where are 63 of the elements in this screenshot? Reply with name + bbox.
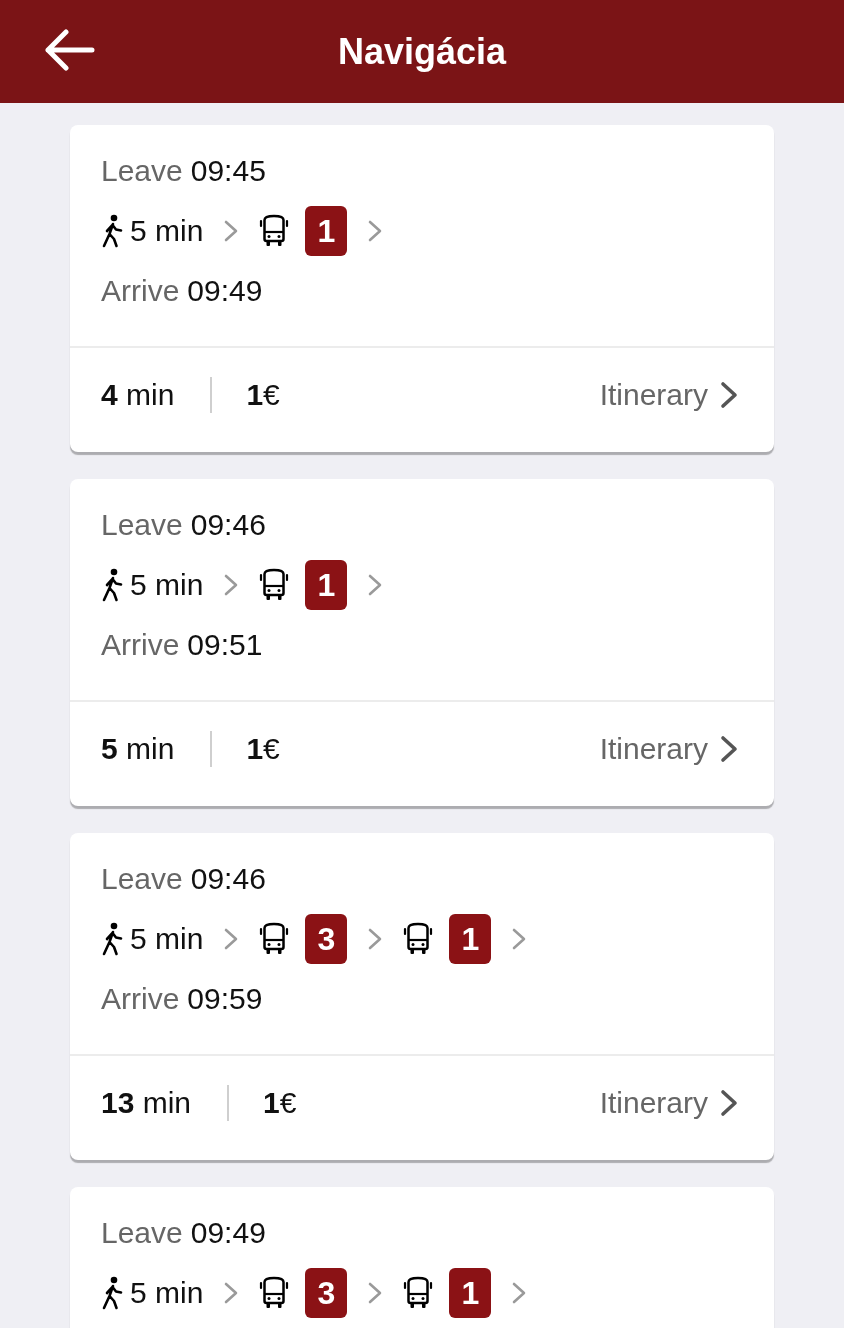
walk-duration: 5 min (130, 568, 204, 602)
walk-duration: 5 min (130, 1276, 204, 1310)
bus-line-number: 1 (305, 206, 348, 256)
route-card[interactable]: Leave 09:46 5 min 1 Arrive 09:51 5 min 1€ Itinerary (70, 479, 774, 806)
arrive-label: Arrive (101, 982, 180, 1016)
route-card[interactable]: Leave 09:45 5 min 1 Arrive 09:49 4 min 1€ Itinerary (70, 125, 774, 452)
bus-line-number: 1 (449, 1268, 492, 1318)
walk-duration: 5 min (130, 922, 204, 956)
trip-duration: 5 min (101, 732, 175, 766)
back-button[interactable] (44, 29, 96, 71)
chevron-icon (367, 573, 384, 597)
trip-price: 1€ (246, 378, 280, 412)
chevron-icon (720, 381, 738, 409)
chevron-icon (720, 735, 738, 763)
leave-time: 09:49 (190, 1216, 266, 1250)
bus-line-number: 1 (449, 914, 492, 964)
itinerary-link[interactable]: Itinerary (599, 732, 738, 766)
back-arrow-icon (44, 29, 96, 71)
arrive-time: 09:51 (187, 628, 263, 662)
chevron-icon (367, 1281, 384, 1305)
arrive-time: 09:49 (187, 274, 263, 308)
bus-icon (403, 922, 434, 956)
chevron-icon (223, 219, 240, 243)
leave-label: Leave (101, 508, 183, 542)
arrive-label: Arrive (101, 628, 180, 662)
walking-person-icon (101, 922, 123, 956)
bus-line-number: 1 (305, 560, 348, 610)
bus-line-number: 3 (305, 914, 348, 964)
itinerary-link[interactable]: Itinerary (599, 1086, 738, 1120)
bus-icon (259, 922, 290, 956)
bus-icon (259, 1276, 290, 1310)
screen-title: Navigácia (337, 29, 507, 74)
chevron-icon (367, 219, 384, 243)
chevron-icon (367, 927, 384, 951)
bus-icon (259, 568, 290, 602)
arrive-time: 09:59 (187, 982, 263, 1016)
walking-person-icon (101, 1276, 123, 1310)
arrive-label: Arrive (101, 274, 180, 308)
trip-duration: 4 min (101, 378, 175, 412)
walk-duration: 5 min (130, 214, 204, 248)
route-card[interactable]: Leave 09:46 5 min 3 1 Arrive 09:59 13 min 1€ Itinerary (70, 833, 774, 1160)
leave-label: Leave (101, 1216, 183, 1250)
bus-icon (259, 214, 290, 248)
chevron-icon (720, 1089, 738, 1117)
chevron-icon (511, 1281, 528, 1305)
walking-person-icon (101, 568, 123, 602)
trip-duration: 13 min (101, 1086, 192, 1120)
leave-label: Leave (101, 154, 183, 188)
walking-person-icon (101, 214, 123, 248)
itinerary-link[interactable]: Itinerary (599, 378, 738, 412)
trip-price: 1€ (246, 732, 280, 766)
chevron-icon (223, 573, 240, 597)
leave-time: 09:46 (190, 862, 266, 896)
route-card[interactable]: Leave 09:49 5 min 3 1 (70, 1187, 774, 1328)
chevron-icon (223, 927, 240, 951)
chevron-icon (511, 927, 528, 951)
leave-time: 09:46 (190, 508, 266, 542)
leave-label: Leave (101, 862, 183, 896)
bus-line-number: 3 (305, 1268, 348, 1318)
leave-time: 09:45 (190, 154, 266, 188)
trip-price: 1€ (263, 1086, 297, 1120)
chevron-icon (223, 1281, 240, 1305)
bus-icon (403, 1276, 434, 1310)
